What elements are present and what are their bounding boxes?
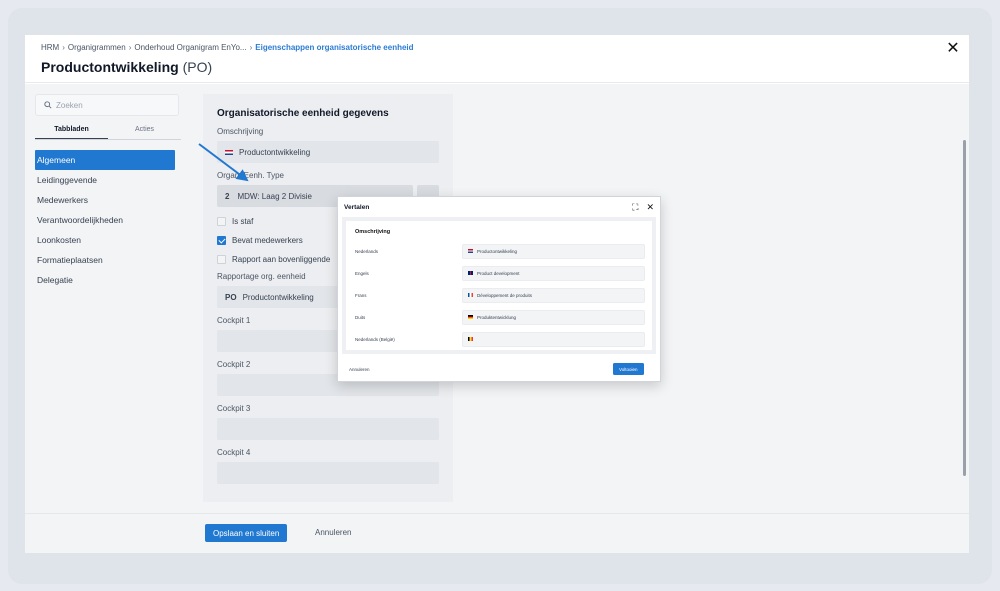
- sidebar-item-algemeen[interactable]: Algemeen: [35, 150, 175, 170]
- type-code: 2: [225, 191, 230, 201]
- page-title-text: Productontwikkeling: [41, 59, 179, 75]
- annotation-arrow-icon: [198, 143, 249, 182]
- page-title: Productontwikkeling (PO): [41, 59, 212, 75]
- dialog-footer: Annuleren Voltooien: [338, 357, 660, 383]
- tab-acties[interactable]: Acties: [108, 122, 181, 139]
- translation-value: Productontwikkeling: [477, 248, 518, 254]
- dialog-card: Omschrijving Nederlands Productontwikkel…: [346, 221, 652, 350]
- sidebar-menu: Algemeen Leidinggevende Medewerkers Vera…: [35, 150, 175, 290]
- flag-be-icon: [468, 337, 473, 341]
- flag-fr-icon: [468, 293, 473, 297]
- sidebar-item-medewerkers[interactable]: Medewerkers: [35, 190, 175, 210]
- sidebar-item-verantwoordelijkheden[interactable]: Verantwoordelijkheden: [35, 210, 175, 230]
- expand-icon[interactable]: ⛶: [632, 202, 638, 213]
- translation-value: Développement de produits: [477, 292, 533, 298]
- language-label: Duits: [355, 314, 366, 320]
- language-label: Nederlands (België): [355, 336, 395, 342]
- translation-input[interactable]: Productontwikkeling: [462, 243, 645, 259]
- translation-value: Produktentwicklung: [477, 314, 517, 320]
- tab-tabbladen[interactable]: Tabbladen: [35, 122, 108, 139]
- save-and-close-button[interactable]: Opslaan en sluiten: [205, 524, 288, 542]
- cockpit-4-label: Cockpit 4: [217, 448, 251, 457]
- sidebar-tabs: Tabbladen Acties: [35, 122, 181, 140]
- translation-input[interactable]: Produktentwicklung: [462, 309, 645, 325]
- dialog-header: Vertalen ⛶ ✕: [338, 197, 660, 217]
- cockpit-3-label: Cockpit 3: [217, 404, 251, 413]
- dialog-complete-button[interactable]: Voltooien: [613, 363, 644, 375]
- search-input[interactable]: Zoeken: [35, 94, 179, 116]
- language-label: Frans: [355, 292, 367, 298]
- checkbox-label: Rapport aan bovenliggende: [232, 255, 331, 264]
- translation-row-de: Duits Produktentwicklung: [355, 309, 645, 325]
- translation-row-en: Engels Product development: [355, 265, 645, 281]
- breadcrumb-item-organigrammen[interactable]: Organigrammen: [68, 43, 126, 52]
- sidebar-item-delegatie[interactable]: Delegatie: [35, 270, 175, 290]
- dialog-body: Omschrijving Nederlands Productontwikkel…: [342, 217, 656, 354]
- translate-dialog: Vertalen ⛶ ✕ Omschrijving Nederlands Pro…: [337, 196, 661, 382]
- translation-input[interactable]: Product development: [462, 265, 645, 281]
- breadcrumb-separator: ›: [62, 43, 65, 52]
- breadcrumb-separator: ›: [128, 43, 132, 52]
- close-icon[interactable]: ✕: [945, 41, 961, 57]
- page-title-code: (PO): [182, 59, 213, 75]
- breadcrumb-item-onderhoud[interactable]: Onderhoud Organigram EnYo...: [134, 43, 246, 52]
- language-label: Engels: [355, 270, 369, 276]
- cockpit-3-field[interactable]: [217, 418, 439, 440]
- search-icon: [44, 101, 52, 109]
- omschrijving-label: Omschrijving: [217, 127, 264, 136]
- translation-value: Product development: [477, 270, 520, 276]
- flag-nl-icon: [468, 249, 473, 253]
- sidebar: Zoeken Tabbladen Acties Algemeen Leiding…: [35, 94, 185, 290]
- checkbox-box[interactable]: [217, 255, 226, 264]
- checkbox-label: Bevat medewerkers: [232, 236, 303, 245]
- checkbox-label: Is staf: [232, 217, 254, 226]
- translation-input[interactable]: [462, 331, 645, 347]
- topbar: HRM › Organigrammen › Onderhoud Organigram E…: [25, 35, 969, 83]
- search-placeholder: Zoeken: [56, 100, 83, 110]
- flag-gb-icon: [468, 271, 473, 275]
- section-title: Organisatorische eenheid gegevens: [217, 108, 389, 119]
- sidebar-item-formatieplaatsen[interactable]: Formatieplaatsen: [35, 250, 175, 270]
- dialog-section-title: Omschrijving: [355, 229, 391, 235]
- dialog-header-icons: ⛶ ✕: [632, 202, 654, 213]
- dialog-title: Vertalen: [344, 203, 370, 211]
- dialog-close-icon[interactable]: ✕: [646, 202, 654, 213]
- dialog-cancel-button[interactable]: Annuleren: [349, 367, 370, 372]
- sidebar-item-loonkosten[interactable]: Loonkosten: [35, 230, 175, 250]
- checkbox-box[interactable]: [217, 217, 226, 226]
- translation-row-fr: Frans Développement de produits: [355, 287, 645, 303]
- rapportage-code: PO: [225, 292, 237, 302]
- sidebar-item-leidinggevende[interactable]: Leidinggevende: [35, 170, 175, 190]
- type-value: MDW: Laag 2 Divisie: [237, 191, 312, 201]
- vertical-scrollbar[interactable]: [963, 140, 966, 476]
- breadcrumb-current: Eigenschappen organisatorische eenheid: [255, 43, 414, 52]
- language-label: Nederlands: [355, 248, 379, 254]
- translation-row-nl: Nederlands Productontwikkeling: [355, 243, 645, 259]
- footer-bar: Opslaan en sluiten Annuleren: [25, 513, 969, 553]
- breadcrumb-item-hrm[interactable]: HRM: [41, 43, 59, 52]
- cancel-button[interactable]: Annuleren: [315, 528, 351, 537]
- checkbox-box-checked[interactable]: [217, 236, 226, 245]
- flag-de-icon: [468, 315, 473, 319]
- translation-row-be: Nederlands (België): [355, 331, 645, 347]
- breadcrumb: HRM › Organigrammen › Onderhoud Organigram E…: [41, 43, 414, 52]
- cockpit-4-field[interactable]: [217, 462, 439, 484]
- breadcrumb-separator: ›: [249, 43, 253, 52]
- translation-input[interactable]: Développement de produits: [462, 287, 645, 303]
- rapportage-value: Productontwikkeling: [242, 292, 314, 302]
